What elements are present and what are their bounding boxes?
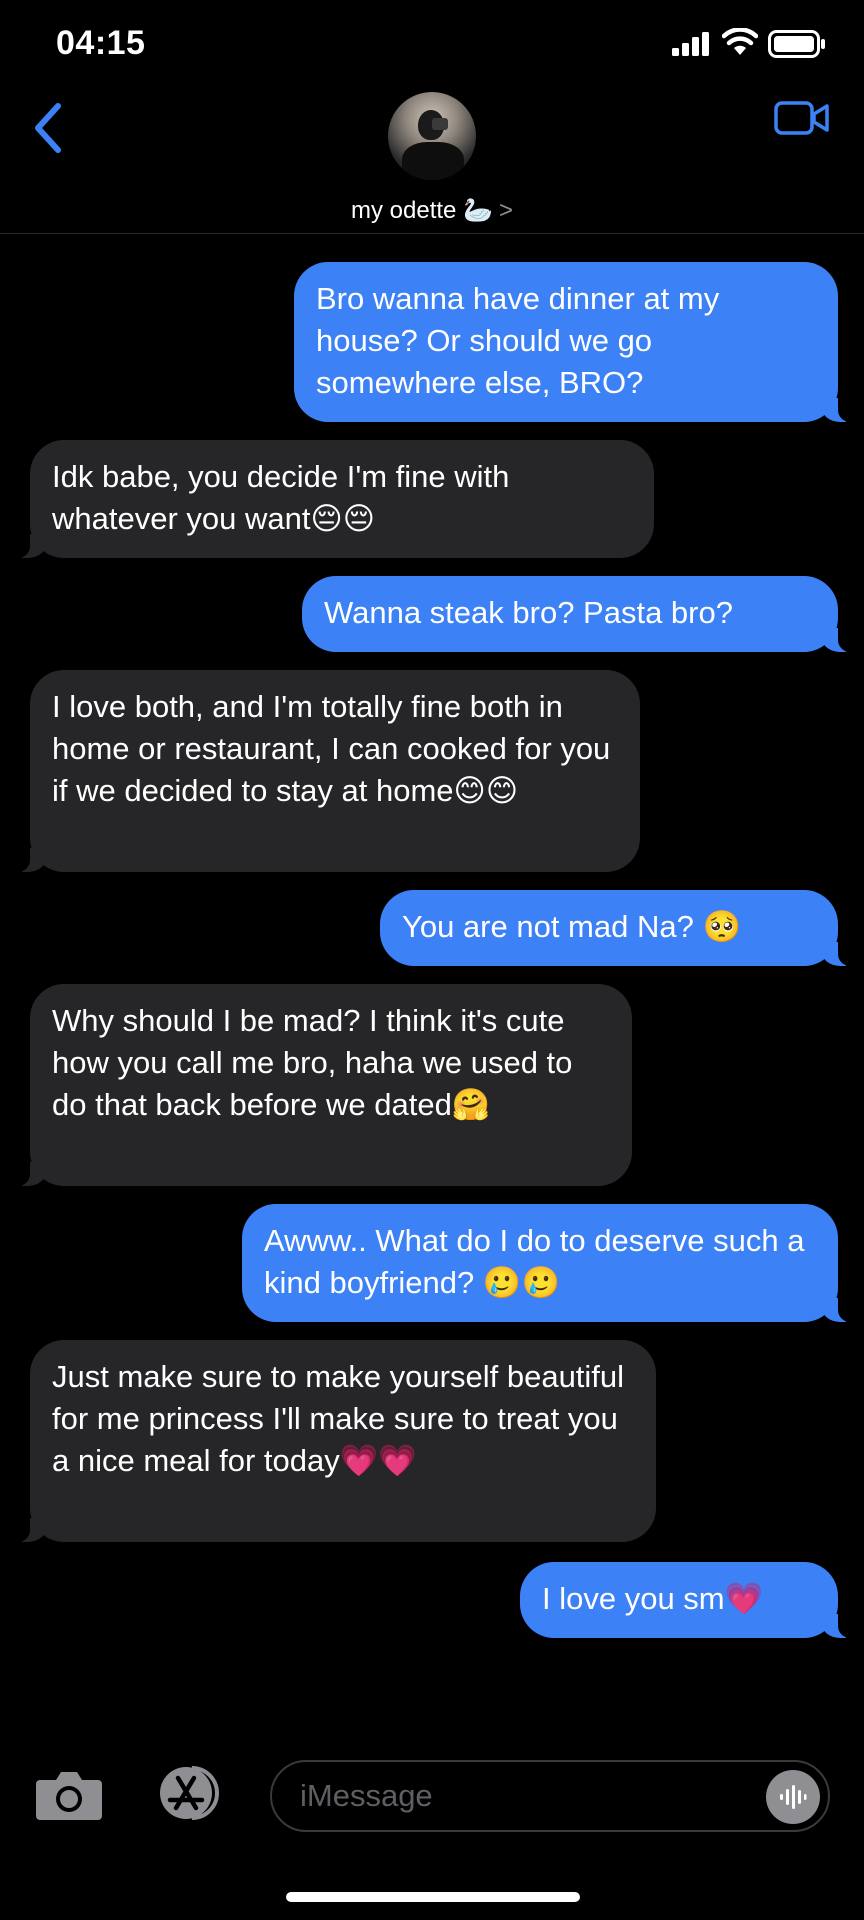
message-text: Just make sure to make yourself beautifu… [52,1359,625,1478]
chevron-right-icon: > [498,197,513,224]
message-text: Bro wanna have dinner at my house? Or sh… [316,281,720,400]
message-text: Awww.. What do I do to deserve such a ki… [264,1223,805,1300]
message-bubble-received[interactable]: Idk babe, you decide I'm fine with whate… [10,440,654,558]
facetime-video-icon[interactable] [774,98,830,138]
status-time: 04:15 [56,24,146,62]
message-bubble-received[interactable]: Just make sure to make yourself beautifu… [10,1340,656,1542]
message-input-placeholder: iMessage [300,1778,433,1813]
message-bubble-sent[interactable]: Wanna steak bro? Pasta bro? [302,576,858,652]
contact-avatar[interactable] [388,92,476,180]
message-text: You are not mad Na? 🥺 [402,909,742,944]
message-text: Why should I be mad? I think it's cute h… [52,1003,573,1122]
contact-name: my odette 🦢 [351,197,493,224]
cellular-signal-icon [672,32,709,56]
message-text: Wanna steak bro? Pasta bro? [324,595,733,630]
message-text: I love you sm💗 [542,1581,764,1616]
contact-name-button[interactable]: my odette 🦢 > [0,196,864,225]
message-input[interactable]: iMessage [270,1760,830,1832]
wifi-icon [722,28,758,55]
message-bubble-received[interactable]: Why should I be mad? I think it's cute h… [10,984,632,1186]
status-bar: 04:15 [0,0,864,90]
home-indicator [286,1892,580,1902]
message-text: I love both, and I'm totally fine both i… [52,689,611,808]
back-chevron-icon[interactable] [26,100,70,156]
message-bubble-sent[interactable]: Awww.. What do I do to deserve such a ki… [242,1204,858,1322]
audio-message-icon [780,1785,807,1809]
audio-message-button[interactable] [766,1770,820,1824]
message-bubble-received[interactable]: I love both, and I'm totally fine both i… [10,670,640,872]
message-bubble-sent[interactable]: You are not mad Na? 🥺 [380,890,858,966]
app-store-icon[interactable] [148,1762,228,1824]
message-bubble-sent[interactable]: I love you sm💗 [520,1562,858,1638]
conversation-header: my odette 🦢 > [0,90,864,234]
battery-icon [768,30,825,58]
message-text: Idk babe, you decide I'm fine with whate… [52,459,510,536]
camera-icon[interactable] [34,1768,104,1822]
message-bubble-sent[interactable]: Bro wanna have dinner at my house? Or sh… [294,262,858,422]
